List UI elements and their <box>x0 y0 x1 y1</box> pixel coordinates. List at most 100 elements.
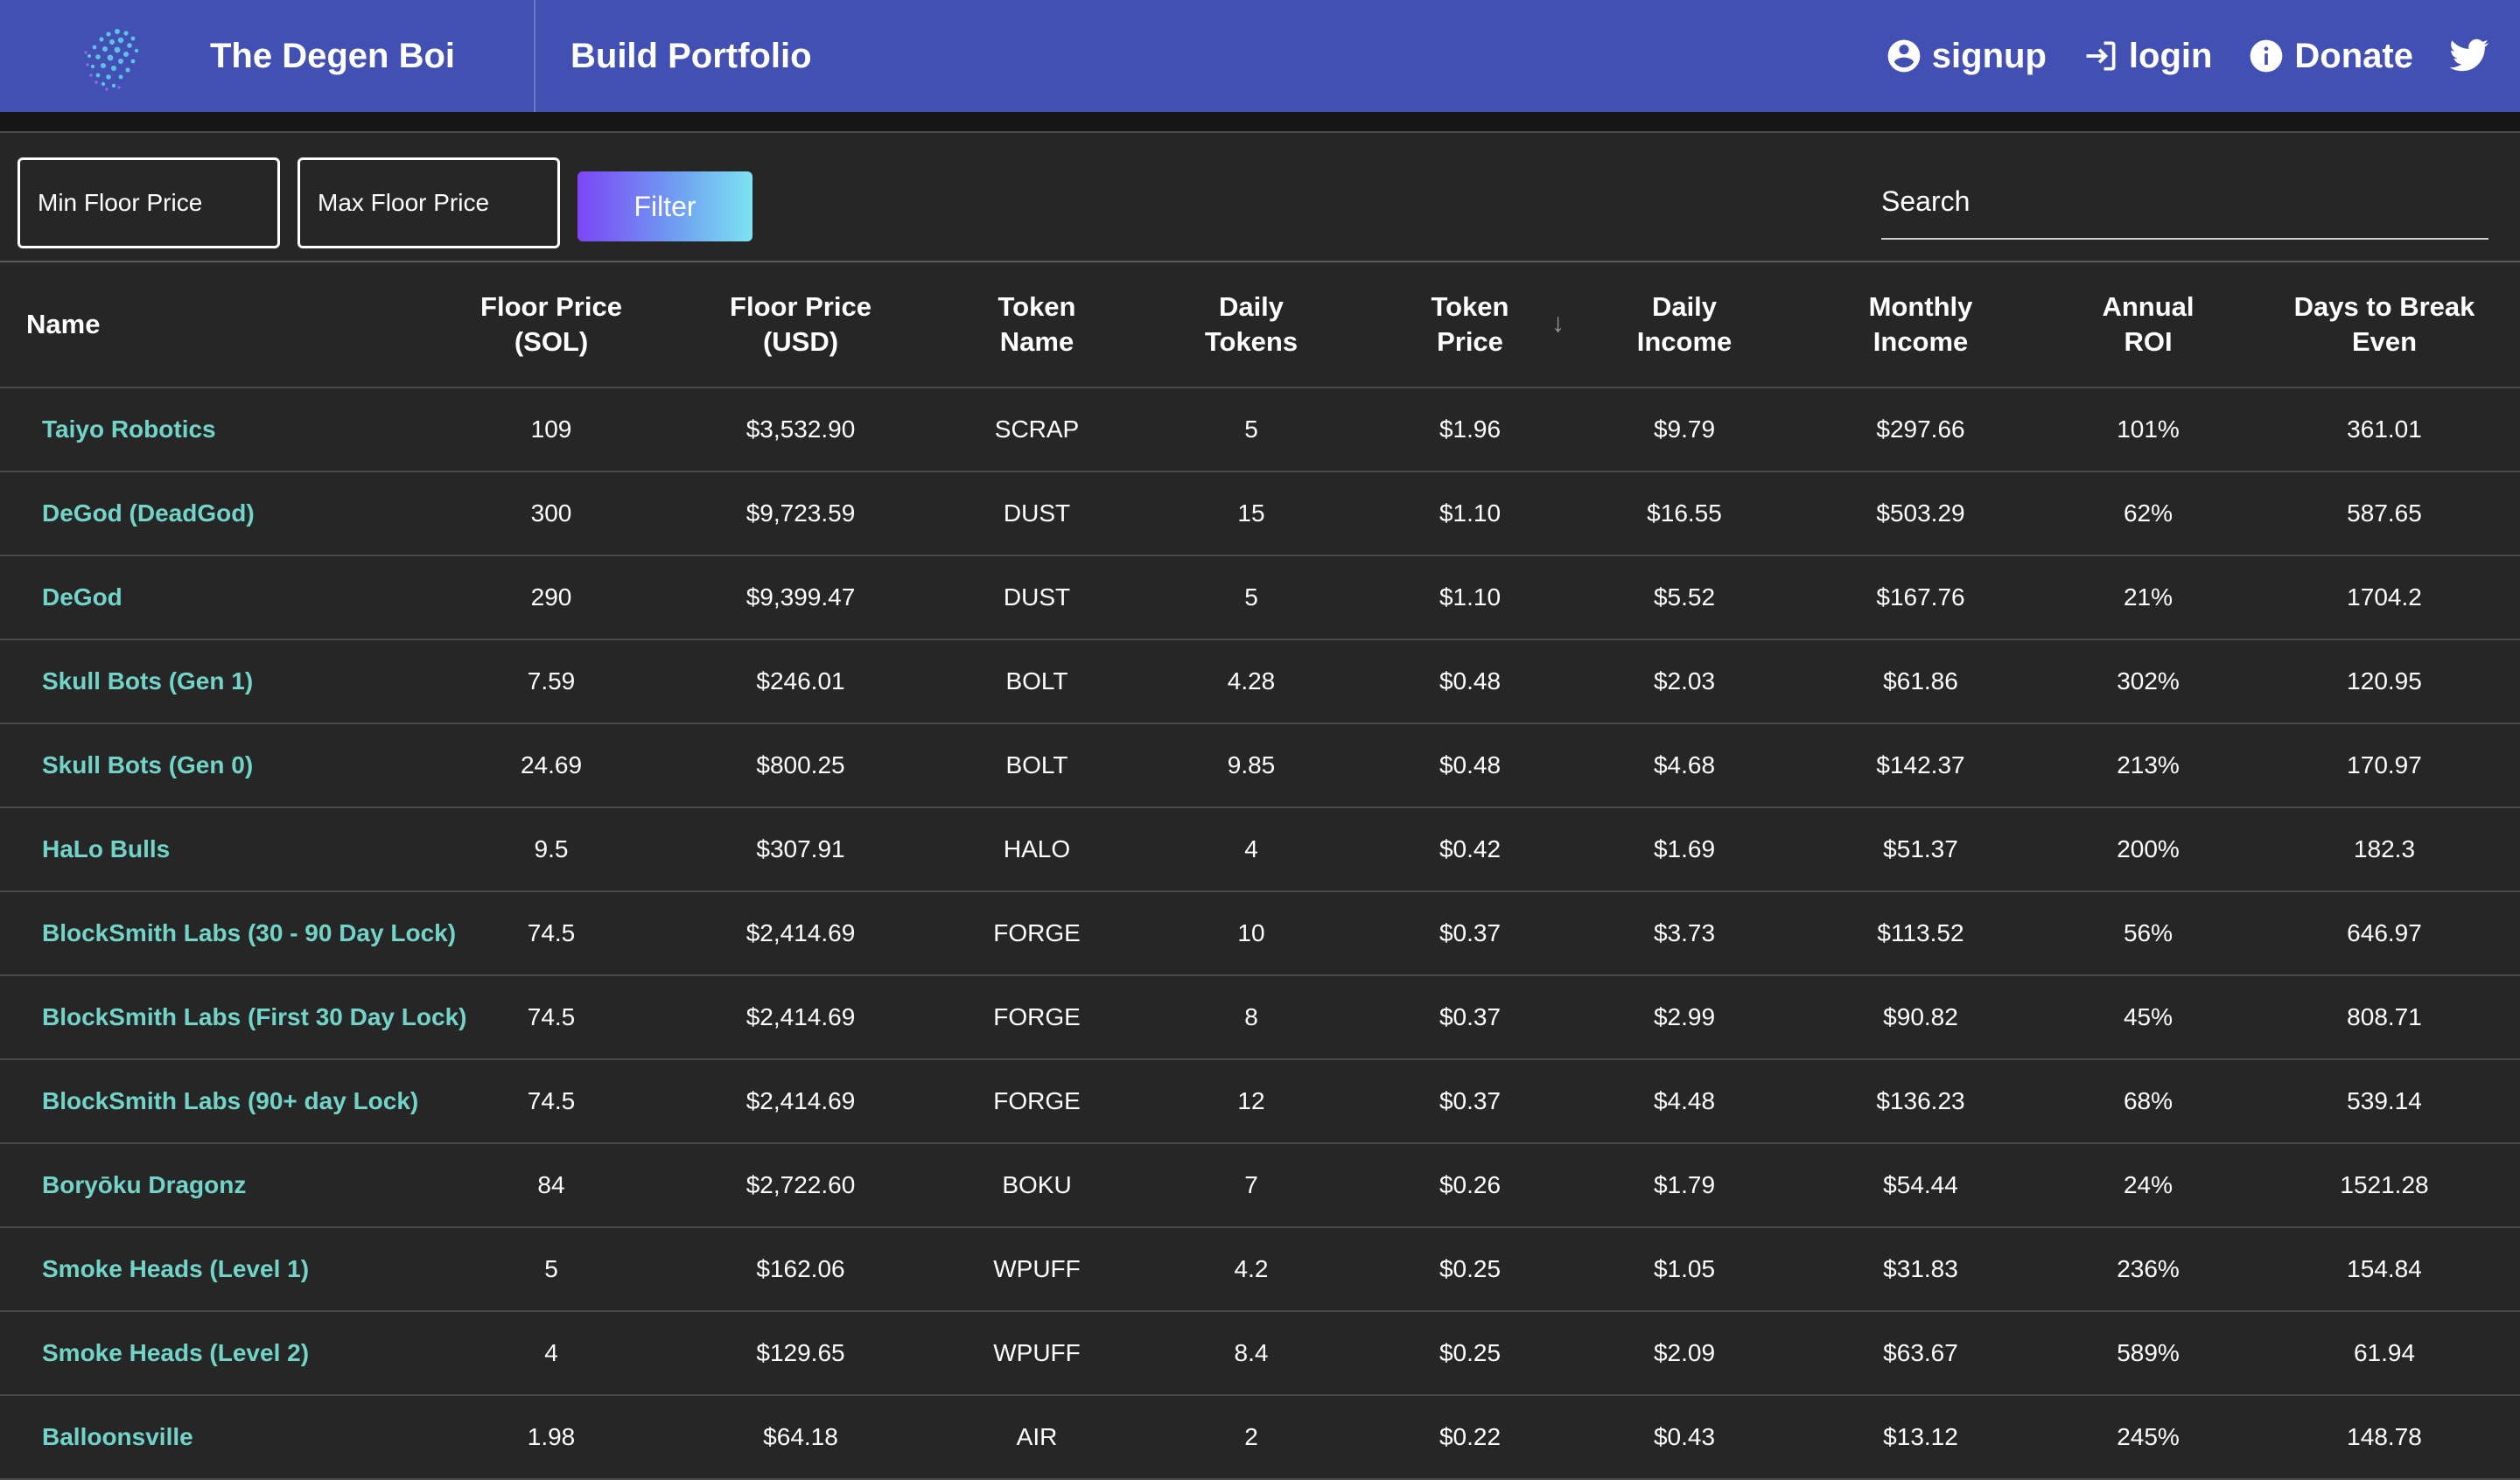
dotted-globe-logo-icon[interactable] <box>79 26 145 93</box>
daily-tokens-cell: 12 <box>1138 1059 1365 1144</box>
header-daily-tokens[interactable]: Daily Tokens <box>1138 262 1365 388</box>
floor-price-sol-cell: 24.69 <box>438 723 665 808</box>
daily-income-cell: $16.55 <box>1575 471 1794 556</box>
search-field <box>1881 168 2488 240</box>
max-floor-price-input[interactable] <box>298 157 560 248</box>
daily-income-cell: $4.68 <box>1575 723 1794 808</box>
signup-link[interactable]: signup <box>1885 37 2047 76</box>
token-name-cell: WPUFF <box>936 1311 1138 1396</box>
twitter-link[interactable] <box>2448 35 2499 77</box>
login-label: login <box>2128 36 2213 75</box>
token-name-cell: HALO <box>936 807 1138 892</box>
min-floor-price-input[interactable] <box>18 157 280 248</box>
monthly-income-cell: $54.44 <box>1794 1143 2048 1228</box>
collection-name-link[interactable]: DeGod (DeadGod) <box>0 471 438 556</box>
token-price-cell: $0.26 <box>1365 1143 1575 1228</box>
collection-name-link[interactable]: Skull Bots (Gen 0) <box>0 723 438 808</box>
token-price-cell: $0.42 <box>1365 807 1575 892</box>
header-token-name[interactable]: Token Name <box>936 262 1138 388</box>
collection-name-link[interactable]: Balloonsville <box>0 1395 438 1480</box>
floor-price-sol-cell: 84 <box>438 1143 665 1228</box>
login-link[interactable]: login <box>2082 36 2213 76</box>
header-annual-roi[interactable]: Annual ROI <box>2048 262 2249 388</box>
header-name[interactable]: Name <box>0 262 438 388</box>
table-row[interactable]: Balloonsville 1.98 $64.18 AIR 2 $0.22 $0.43 $13… <box>0 1395 2520 1480</box>
floor-price-sol-cell: 300 <box>438 471 665 556</box>
collection-name-link[interactable]: Boryōku Dragonz <box>0 1143 438 1228</box>
header-token-price[interactable]: Token Price ↓ <box>1365 262 1575 388</box>
nav-build-portfolio[interactable]: Build Portfolio <box>570 0 812 112</box>
collection-name-link[interactable]: BlockSmith Labs (30 - 90 Day Lock) <box>0 891 456 976</box>
floor-price-sol-cell: 74.5 <box>438 1059 665 1144</box>
collection-name-link[interactable]: Skull Bots (Gen 1) <box>0 639 438 724</box>
monthly-income-cell: $90.82 <box>1794 975 2048 1060</box>
table-row[interactable]: BlockSmith Labs (90+ day Lock) 74.5 $2,414… <box>0 1059 2520 1144</box>
table-row[interactable]: DeGod (DeadGod) 300 $9,723.59 DUST 15 $1.10 $1… <box>0 471 2520 556</box>
floor-price-usd-cell: $800.25 <box>665 723 936 808</box>
header-floor-price-usd[interactable]: Floor Price (USD) <box>665 262 936 388</box>
table-header-row: Name Floor Price (SOL) Floor Price (USD) T… <box>0 262 2520 388</box>
token-price-cell: $1.10 <box>1365 471 1575 556</box>
collection-name-link[interactable]: Smoke Heads (Level 2) <box>0 1311 438 1396</box>
table-row[interactable]: Smoke Heads (Level 2) 4 $129.65 WPUFF 8.4 $0.… <box>0 1311 2520 1396</box>
days-to-break-even-cell: 587.65 <box>2249 471 2520 556</box>
table-row[interactable]: BlockSmith Labs (First 30 Day Lock) 74.5 $… <box>0 975 2520 1060</box>
monthly-income-cell: $31.83 <box>1794 1227 2048 1312</box>
info-icon <box>2250 39 2283 73</box>
collection-name-link[interactable]: Taiyo Robotics <box>0 387 438 472</box>
token-name-cell: FORGE <box>936 975 1138 1060</box>
monthly-income-cell: $136.23 <box>1794 1059 2048 1144</box>
floor-price-usd-cell: $307.91 <box>665 807 936 892</box>
brand-title[interactable]: The Degen Boi <box>210 0 455 112</box>
collection-name-link[interactable]: BlockSmith Labs (90+ day Lock) <box>0 1059 438 1144</box>
token-name-cell: DUST <box>936 471 1138 556</box>
table-row[interactable]: Skull Bots (Gen 1) 7.59 $246.01 BOLT 4.28 $0.… <box>0 639 2520 724</box>
token-price-cell: $0.48 <box>1365 639 1575 724</box>
table-row[interactable]: Smoke Heads (Level 1) 5 $162.06 WPUFF 4.2 $0.… <box>0 1227 2520 1312</box>
filter-button[interactable]: Filter <box>578 171 752 241</box>
collection-name-link[interactable]: Smoke Heads (Level 1) <box>0 1227 438 1312</box>
donate-link[interactable]: Donate <box>2247 37 2413 76</box>
collection-name-link[interactable]: DeGod <box>0 555 438 640</box>
daily-income-cell: $9.79 <box>1575 387 1794 472</box>
table-row[interactable]: Skull Bots (Gen 0) 24.69 $800.25 BOLT 9.85 $0… <box>0 723 2520 808</box>
floor-price-usd-cell: $9,399.47 <box>665 555 936 640</box>
token-name-cell: AIR <box>936 1395 1138 1480</box>
annual-roi-cell: 101% <box>2048 387 2249 472</box>
token-price-cell: $1.10 <box>1365 555 1575 640</box>
floor-price-usd-cell: $2,414.69 <box>665 1059 936 1144</box>
search-input[interactable] <box>1881 168 2488 234</box>
daily-tokens-cell: 8.4 <box>1138 1311 1365 1396</box>
daily-income-cell: $1.05 <box>1575 1227 1794 1312</box>
table-body: Taiyo Robotics 109 $3,532.90 SCRAP 5 $1.96 $9.… <box>0 387 2520 1480</box>
daily-tokens-cell: 4.2 <box>1138 1227 1365 1312</box>
token-price-cell: $0.25 <box>1365 1311 1575 1396</box>
token-name-cell: WPUFF <box>936 1227 1138 1312</box>
floor-price-usd-cell: $162.06 <box>665 1227 936 1312</box>
table-row[interactable]: DeGod 290 $9,399.47 DUST 5 $1.10 $5.52 $167.76 2… <box>0 555 2520 640</box>
collection-name-link[interactable]: HaLo Bulls <box>0 807 438 892</box>
header-monthly-income[interactable]: Monthly Income <box>1794 262 2048 388</box>
token-price-cell: $1.96 <box>1365 387 1575 472</box>
daily-income-cell: $2.03 <box>1575 639 1794 724</box>
sort-arrow-down-icon[interactable]: ↓ <box>1551 306 1564 341</box>
account-circle-icon <box>1887 39 1921 73</box>
daily-income-cell: $2.09 <box>1575 1311 1794 1396</box>
header-daily-income[interactable]: Daily Income <box>1575 262 1794 388</box>
header-days-to-break-even[interactable]: Days to Break Even <box>2249 262 2520 388</box>
days-to-break-even-cell: 808.71 <box>2249 975 2520 1060</box>
table-row[interactable]: Taiyo Robotics 109 $3,532.90 SCRAP 5 $1.96 $9.… <box>0 387 2520 472</box>
annual-roi-cell: 56% <box>2048 891 2249 976</box>
floor-price-sol-cell: 74.5 <box>438 891 665 976</box>
monthly-income-cell: $61.86 <box>1794 639 2048 724</box>
daily-tokens-cell: 7 <box>1138 1143 1365 1228</box>
monthly-income-cell: $63.67 <box>1794 1311 2048 1396</box>
table-row[interactable]: Boryōku Dragonz 84 $2,722.60 BOKU 7 $0.26 $1.7… <box>0 1143 2520 1228</box>
table-row[interactable]: BlockSmith Labs (30 - 90 Day Lock) 74.5 $2… <box>0 891 2520 976</box>
collection-name-link[interactable]: BlockSmith Labs (First 30 Day Lock) <box>0 975 466 1060</box>
table-row[interactable]: HaLo Bulls 9.5 $307.91 HALO 4 $0.42 $1.69 $51.3… <box>0 807 2520 892</box>
floor-price-sol-cell: 7.59 <box>438 639 665 724</box>
floor-price-usd-cell: $129.65 <box>665 1311 936 1396</box>
header-floor-price-sol[interactable]: Floor Price (SOL) <box>438 262 665 388</box>
floor-price-sol-cell: 4 <box>438 1311 665 1396</box>
